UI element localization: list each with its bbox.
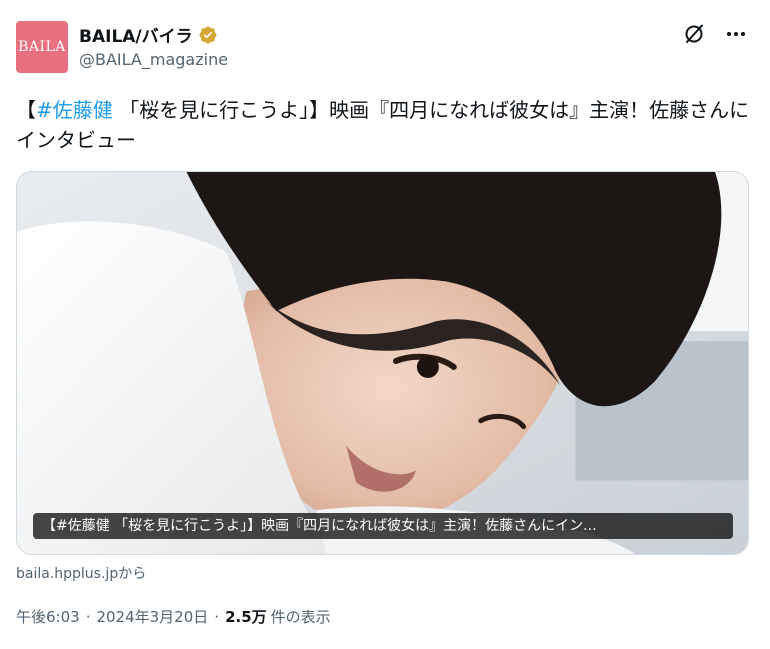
more-options-icon[interactable] bbox=[724, 22, 748, 46]
avatar-text: BAILA bbox=[18, 39, 66, 55]
hashtag-link[interactable]: #佐藤健 bbox=[36, 98, 113, 122]
author-handle[interactable]: @BAILA_magazine bbox=[79, 50, 228, 69]
tweet-body-text: 「桜を見に行こうよ」】映画『四月になれば彼女は』主演！佐藤さんにインタビュー bbox=[16, 98, 750, 152]
author-name-row: BAILA/バイラ bbox=[79, 22, 218, 47]
card-photo bbox=[17, 172, 748, 554]
avatar[interactable]: BAILA bbox=[16, 21, 68, 73]
tweet-time[interactable]: 午後6:03 bbox=[16, 606, 80, 627]
tweet-meta: 午後6:03 · 2024年3月20日 · 2.5万 件の表示 bbox=[16, 606, 331, 627]
meta-separator: · bbox=[85, 607, 91, 626]
card-caption: 【#佐藤健 「桜を見に行こうよ」】映画『四月になれば彼女は』主演！佐藤さんにイン… bbox=[33, 513, 733, 539]
verified-badge-icon[interactable] bbox=[198, 25, 218, 45]
top-actions bbox=[682, 22, 748, 46]
meta-separator: · bbox=[214, 607, 220, 626]
card-source-link[interactable]: baila.hpplus.jpから bbox=[16, 563, 146, 583]
grok-icon[interactable] bbox=[682, 22, 706, 46]
views-label: 件の表示 bbox=[270, 608, 331, 626]
views-count[interactable]: 2.5万 bbox=[225, 606, 267, 627]
link-card[interactable]: 【#佐藤健 「桜を見に行こうよ」】映画『四月になれば彼女は』主演！佐藤さんにイン… bbox=[16, 171, 749, 555]
tweet-date[interactable]: 2024年3月20日 bbox=[96, 606, 208, 627]
tweet-text: 【#佐藤健 「桜を見に行こうよ」】映画『四月になれば彼女は』主演！佐藤さんにイン… bbox=[16, 95, 756, 155]
tweet: BAILA BAILA/バイラ @BAILA_magazine 【#佐藤健 「桜… bbox=[0, 0, 770, 649]
display-name[interactable]: BAILA/バイラ bbox=[79, 22, 193, 47]
tweet-open-bracket: 【 bbox=[16, 98, 36, 122]
